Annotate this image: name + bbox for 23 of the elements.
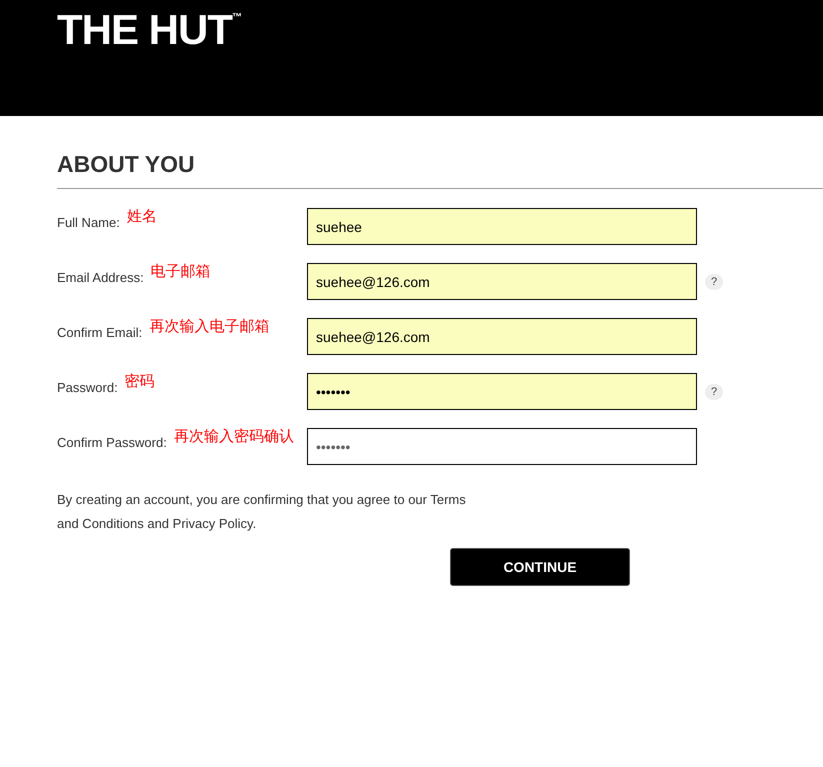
- logo[interactable]: THE HUT: [57, 6, 232, 54]
- terms-text: and Conditions and Privacy Policy.: [57, 515, 258, 533]
- annotation: 密码: [124, 372, 155, 392]
- help-icon[interactable]: ?: [705, 274, 723, 290]
- annotation: 姓名: [126, 207, 157, 227]
- input-field[interactable]: suehee@126.com: [307, 263, 697, 300]
- input-field[interactable]: •••••••: [307, 373, 697, 410]
- field-label: Email Address:: [57, 269, 144, 287]
- trademark-mark: ™: [232, 11, 242, 23]
- annotation: 再次输入密码确认: [174, 427, 294, 447]
- field-label: Confirm Password:: [57, 434, 167, 452]
- section-title: ABOUT YOU: [57, 150, 196, 178]
- input-field[interactable]: suehee@126.com: [307, 318, 697, 355]
- terms-text: By creating an account, you are confirming that you agree to our Terms: [57, 491, 467, 509]
- field-label: Full Name:: [57, 214, 120, 232]
- annotation: 再次输入电子邮箱: [149, 317, 270, 337]
- field-label: Password:: [57, 379, 118, 397]
- field-label: Confirm Email:: [57, 324, 142, 342]
- help-icon[interactable]: ?: [705, 384, 723, 400]
- continue-button[interactable]: CONTINUE: [450, 548, 630, 586]
- input-field[interactable]: •••••••: [307, 428, 697, 465]
- input-field[interactable]: suehee: [307, 208, 697, 245]
- annotation: 电子邮箱: [150, 262, 211, 282]
